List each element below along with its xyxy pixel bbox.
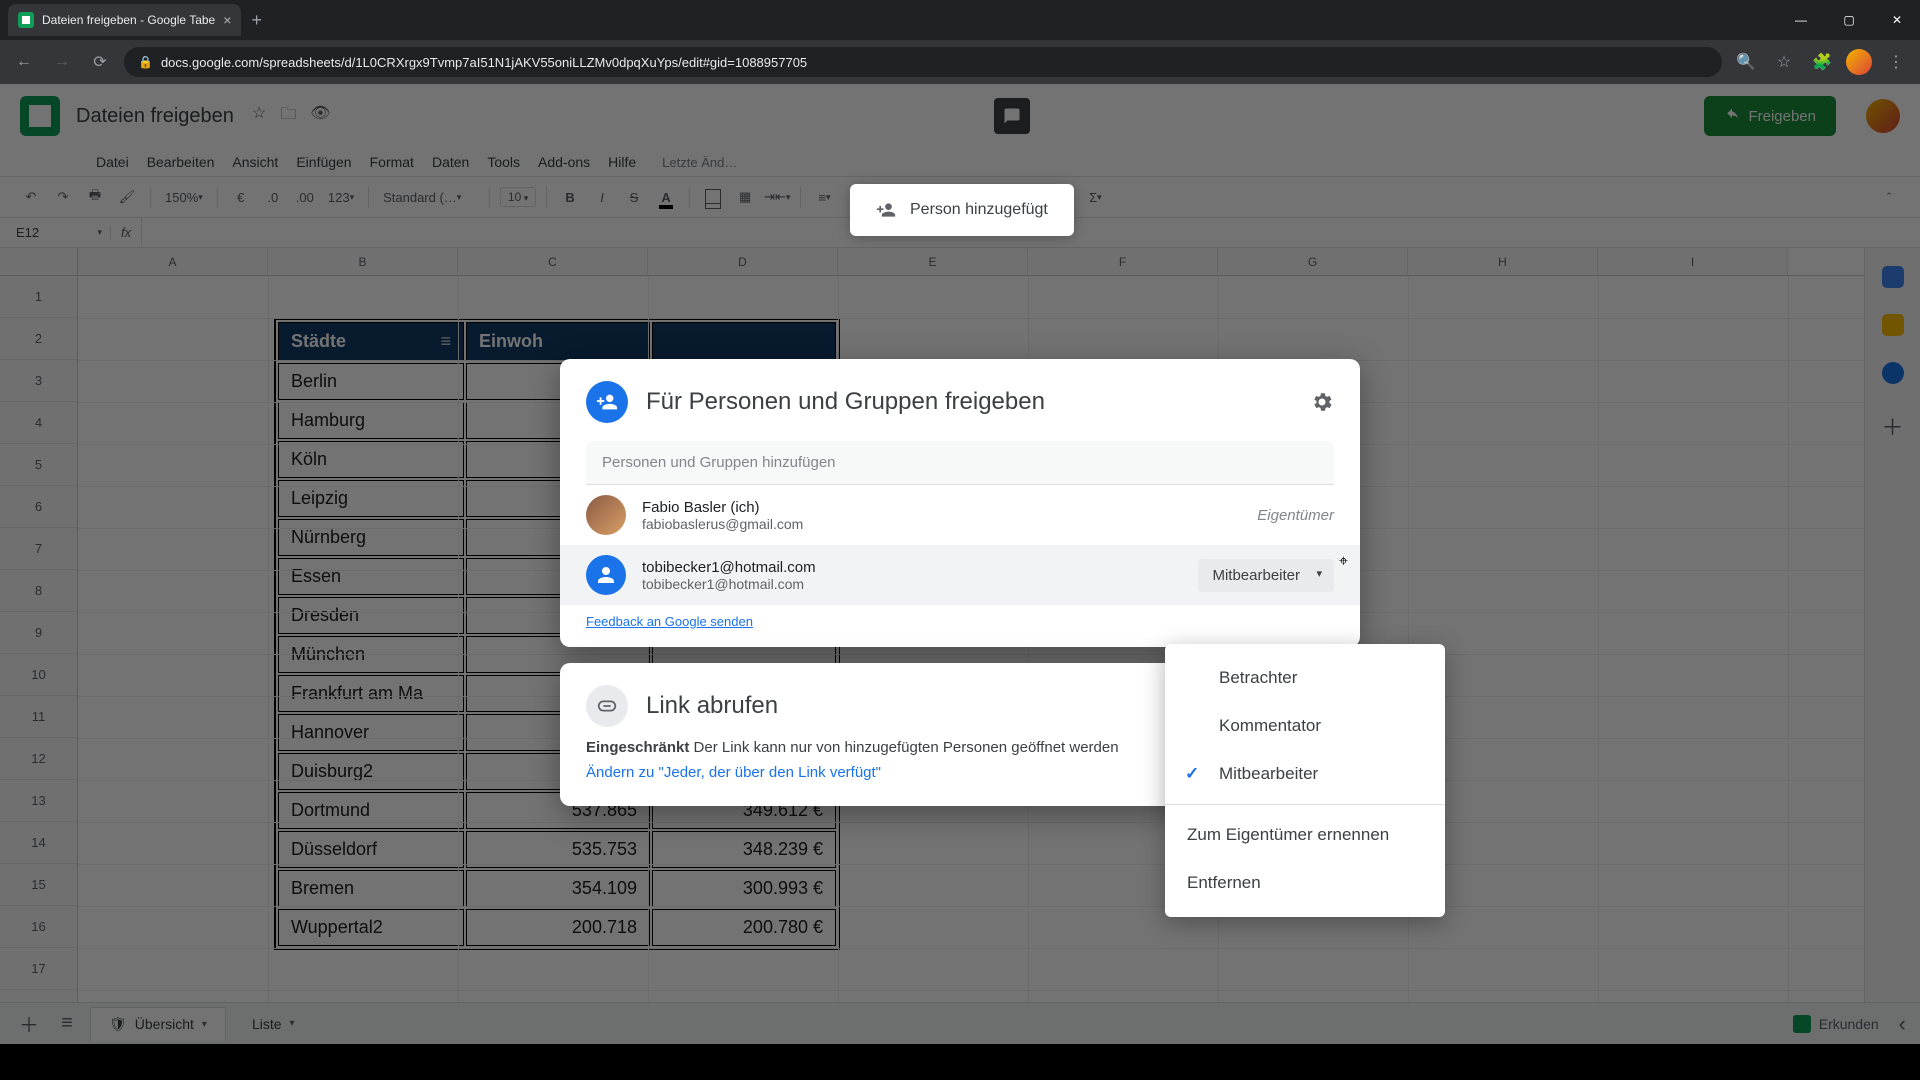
nav-forward-icon[interactable]: → bbox=[48, 48, 76, 76]
chrome-menu-icon[interactable]: ⋮ bbox=[1882, 48, 1910, 76]
role-owner-label: Eigentümer bbox=[1257, 507, 1334, 524]
role-option-viewer[interactable]: Betrachter bbox=[1165, 654, 1445, 702]
share-add-people-input[interactable]: Personen und Gruppen hinzufügen bbox=[586, 441, 1334, 485]
share-input-placeholder: Personen und Gruppen hinzufügen bbox=[602, 454, 836, 471]
avatar bbox=[586, 495, 626, 535]
role-action-remove[interactable]: Entfernen bbox=[1165, 859, 1445, 907]
link-restricted-desc: Der Link kann nur von hinzugefügten Pers… bbox=[694, 739, 1119, 756]
person-name: tobibecker1@hotmail.com bbox=[642, 559, 816, 576]
browser-address-bar: ← → ⟳ 🔒 docs.google.com/spreadsheets/d/1… bbox=[0, 40, 1920, 84]
link-restricted-label: Eingeschränkt bbox=[586, 739, 689, 756]
person-email: tobibecker1@hotmail.com bbox=[642, 576, 816, 592]
browser-titlebar: Dateien freigeben - Google Tabe × + — ▢ … bbox=[0, 0, 1920, 40]
role-action-make-owner[interactable]: Zum Eigentümer ernennen bbox=[1165, 811, 1445, 859]
share-dialog-title: Für Personen und Gruppen freigeben bbox=[646, 388, 1045, 416]
tab-close-icon[interactable]: × bbox=[223, 12, 231, 28]
nav-reload-icon[interactable]: ⟳ bbox=[86, 48, 114, 76]
person-name: Fabio Basler (ich) bbox=[642, 499, 803, 516]
sheets-favicon bbox=[18, 12, 34, 28]
feedback-link[interactable]: Feedback an Google senden bbox=[586, 614, 753, 629]
window-minimize[interactable]: — bbox=[1778, 0, 1824, 40]
people-icon bbox=[586, 381, 628, 423]
share-settings-gear-icon[interactable] bbox=[1310, 390, 1334, 414]
window-close[interactable]: ✕ bbox=[1874, 0, 1920, 40]
link-card-title: Link abrufen bbox=[646, 692, 778, 720]
person-add-icon bbox=[876, 200, 896, 220]
link-icon bbox=[586, 685, 628, 727]
new-tab-button[interactable]: + bbox=[251, 10, 262, 31]
role-option-commenter[interactable]: Kommentator bbox=[1165, 702, 1445, 750]
bookmark-icon[interactable]: ☆ bbox=[1770, 48, 1798, 76]
window-maximize[interactable]: ▢ bbox=[1826, 0, 1872, 40]
toast-person-added: Person hinzugefügt bbox=[850, 184, 1074, 236]
zoom-icon[interactable]: 🔍 bbox=[1732, 48, 1760, 76]
tab-title: Dateien freigeben - Google Tabe bbox=[42, 13, 215, 27]
cursor-icon: ⌖ bbox=[1339, 553, 1348, 571]
extensions-icon[interactable]: 🧩 bbox=[1808, 48, 1836, 76]
role-select-dropdown[interactable]: Mitbearbeiter bbox=[1198, 559, 1334, 592]
role-option-editor[interactable]: Mitbearbeiter bbox=[1165, 750, 1445, 798]
avatar bbox=[586, 555, 626, 595]
omnibox[interactable]: 🔒 docs.google.com/spreadsheets/d/1L0CRXr… bbox=[124, 47, 1722, 77]
url-text: docs.google.com/spreadsheets/d/1L0CRXrgx… bbox=[161, 55, 807, 70]
nav-back-icon[interactable]: ← bbox=[10, 48, 38, 76]
link-change-visibility[interactable]: Ändern zu "Jeder, der über den Link verf… bbox=[586, 764, 881, 781]
chrome-profile-avatar[interactable] bbox=[1846, 49, 1872, 75]
share-person-row-owner: Fabio Basler (ich) fabiobaslerus@gmail.c… bbox=[560, 485, 1360, 545]
toast-text: Person hinzugefügt bbox=[910, 201, 1048, 219]
lock-icon: 🔒 bbox=[138, 55, 153, 69]
share-person-row: tobibecker1@hotmail.com tobibecker1@hotm… bbox=[560, 545, 1360, 605]
browser-tab[interactable]: Dateien freigeben - Google Tabe × bbox=[8, 4, 241, 36]
role-dropdown-menu: Betrachter Kommentator Mitbearbeiter Zum… bbox=[1165, 644, 1445, 917]
person-email: fabiobaslerus@gmail.com bbox=[642, 516, 803, 532]
